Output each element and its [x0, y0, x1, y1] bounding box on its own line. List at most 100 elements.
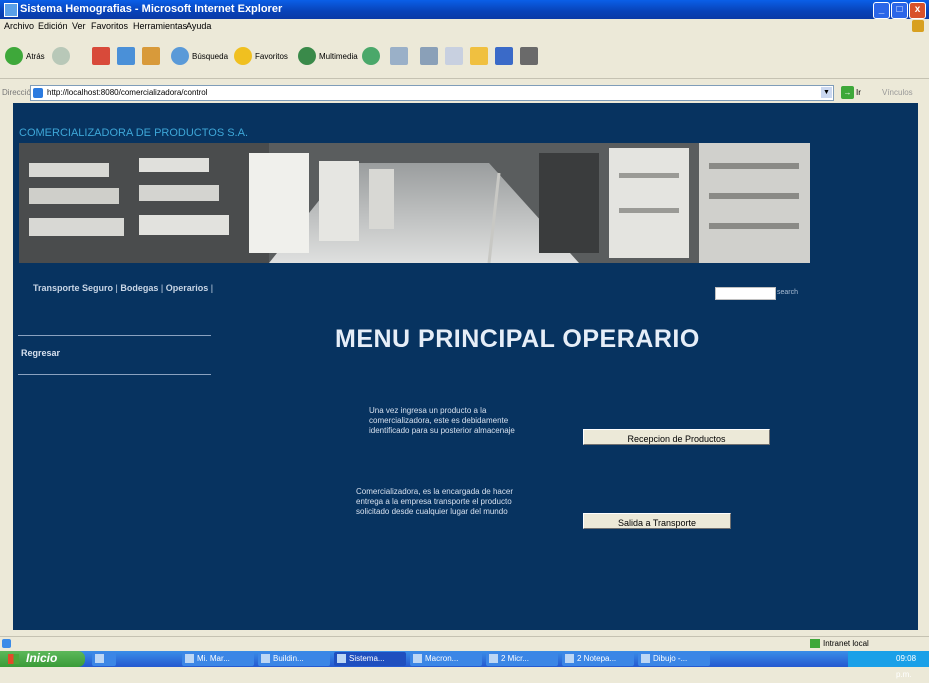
taskbar-item[interactable]: Dibujo -... [638, 652, 710, 666]
multimedia-icon [298, 47, 316, 65]
app-icon [641, 654, 650, 664]
app-icon [413, 654, 422, 664]
app-icon [489, 654, 498, 664]
quick-launch[interactable] [92, 652, 116, 666]
intranet-icon [810, 639, 820, 649]
taskbar-item[interactable]: Macron... [410, 652, 482, 666]
back-button[interactable]: Atrás [5, 47, 45, 65]
edit-button[interactable] [445, 47, 463, 65]
reception-description: Una vez ingresa un producto a la comerci… [369, 406, 515, 435]
title-bar: Sistema Hemografias - Microsoft Internet… [0, 0, 929, 19]
edit-icon [445, 47, 463, 65]
shipping-description: Comercializadora, es la encargada de hac… [356, 487, 513, 516]
nav-transporte-seguro[interactable]: Transporte Seguro [33, 283, 113, 293]
taskbar-item-label: Sistema... [349, 654, 385, 663]
chevron-down-icon[interactable]: ▼ [821, 87, 832, 98]
mail-icon [390, 47, 408, 65]
window-border-left [0, 103, 13, 630]
address-input[interactable]: http://localhost:8080/comercializadora/c… [30, 85, 834, 101]
address-url: http://localhost:8080/comercializadora/c… [47, 88, 208, 97]
menu-ver[interactable]: Ver [72, 21, 86, 31]
favorites-button[interactable]: Favoritos [234, 47, 288, 65]
warehouse-banner-graphic [19, 143, 810, 263]
star-icon [234, 47, 252, 65]
reception-button[interactable]: Recepcion de Productos [583, 429, 770, 445]
search-input[interactable] [715, 287, 776, 300]
windows-logo-icon [912, 20, 924, 32]
nav-operarios[interactable]: Operarios [166, 283, 209, 293]
taskbar-item-label: Macron... [425, 654, 459, 663]
zone-label: Intranet local [823, 639, 869, 648]
shipping-button[interactable]: Salida a Transporte [583, 513, 731, 529]
clock: 09:08 p.m. [896, 654, 917, 679]
taskbar-item[interactable]: 2 Notepa... [562, 652, 634, 666]
taskbar: Inicio Mi. Mar... Buildin... Sistema... … [0, 651, 929, 679]
multimedia-button[interactable]: Multimedia [298, 47, 358, 65]
close-button[interactable]: x [909, 2, 926, 19]
magnifier-icon [171, 47, 189, 65]
folder-icon [470, 47, 488, 65]
page-icon [33, 88, 43, 98]
status-bar: Intranet local [0, 636, 929, 651]
vertical-scrollbar[interactable] [918, 103, 929, 630]
print-button[interactable] [420, 47, 438, 65]
windows-flag-icon [8, 654, 19, 664]
divider [18, 374, 211, 375]
messenger-button[interactable] [520, 47, 538, 65]
taskbar-item[interactable]: Mi. Mar... [182, 652, 254, 666]
refresh-icon [117, 47, 135, 65]
go-arrow-icon[interactable]: → [841, 86, 854, 99]
stop-button[interactable] [92, 47, 110, 65]
home-icon [142, 47, 160, 65]
refresh-button[interactable] [117, 47, 135, 65]
maximize-button[interactable]: □ [891, 2, 908, 19]
security-zone: Intranet local [810, 639, 869, 649]
history-icon [362, 47, 380, 65]
home-button[interactable] [142, 47, 160, 65]
search-link[interactable]: search [777, 289, 798, 296]
menu-favoritos[interactable]: Favoritos [91, 21, 128, 31]
messenger-icon [520, 47, 538, 65]
nav-bodegas[interactable]: Bodegas [120, 283, 158, 293]
back-label: Atrás [26, 51, 45, 61]
search-button[interactable]: Búsqueda [171, 47, 228, 65]
page-done-icon [2, 639, 11, 648]
menu-archivo[interactable]: Archivo [4, 21, 34, 31]
menu-bar: Archivo Edición Ver Favoritos Herramient… [0, 19, 929, 34]
taskbar-item[interactable]: Buildin... [258, 652, 330, 666]
window-title: Sistema Hemografias - Microsoft Internet… [20, 3, 283, 15]
menu-herramientas[interactable]: Herramientas [133, 21, 187, 31]
taskbar-item-label: Dibujo -... [653, 654, 688, 663]
folder-button[interactable] [470, 47, 488, 65]
taskbar-item[interactable]: 2 Micr... [486, 652, 558, 666]
toolbar: Atrás Búsqueda Favoritos Multimedia [0, 34, 929, 79]
taskbar-item-label: Buildin... [273, 654, 304, 663]
taskbar-item-label: 2 Micr... [501, 654, 530, 663]
taskbar-item-active[interactable]: Sistema... [334, 652, 406, 666]
research-icon [495, 47, 513, 65]
favorites-label: Favoritos [255, 51, 288, 61]
forward-button[interactable] [52, 47, 70, 65]
mail-button[interactable] [390, 47, 408, 65]
warehouse-banner-image [19, 143, 810, 263]
minimize-button[interactable]: _ [873, 2, 890, 19]
app-icon [185, 654, 194, 664]
page-title: MENU PRINCIPAL OPERARIO [335, 325, 700, 353]
taskbar-item-label: 2 Notepa... [577, 654, 617, 663]
history-button[interactable] [362, 47, 380, 65]
company-name: COMERCIALIZADORA DE PRODUCTOS S.A. [19, 127, 249, 139]
ie-icon [337, 654, 346, 664]
menu-ayuda[interactable]: Ayuda [186, 21, 211, 31]
divider [18, 335, 211, 336]
system-tray: 09:08 p.m. [848, 651, 929, 679]
app-icon [565, 654, 574, 664]
links-label[interactable]: Vínculos [882, 88, 913, 97]
research-button[interactable] [495, 47, 513, 65]
menu-edicion[interactable]: Edición [38, 21, 68, 31]
forward-arrow-icon [52, 47, 70, 65]
back-link[interactable]: Regresar [21, 348, 60, 358]
start-button[interactable]: Inicio [0, 651, 85, 667]
go-button[interactable]: Ir [856, 88, 861, 97]
quick-launch-icon [95, 654, 104, 664]
top-nav: Transporte Seguro | Bodegas | Operarios … [33, 283, 213, 293]
